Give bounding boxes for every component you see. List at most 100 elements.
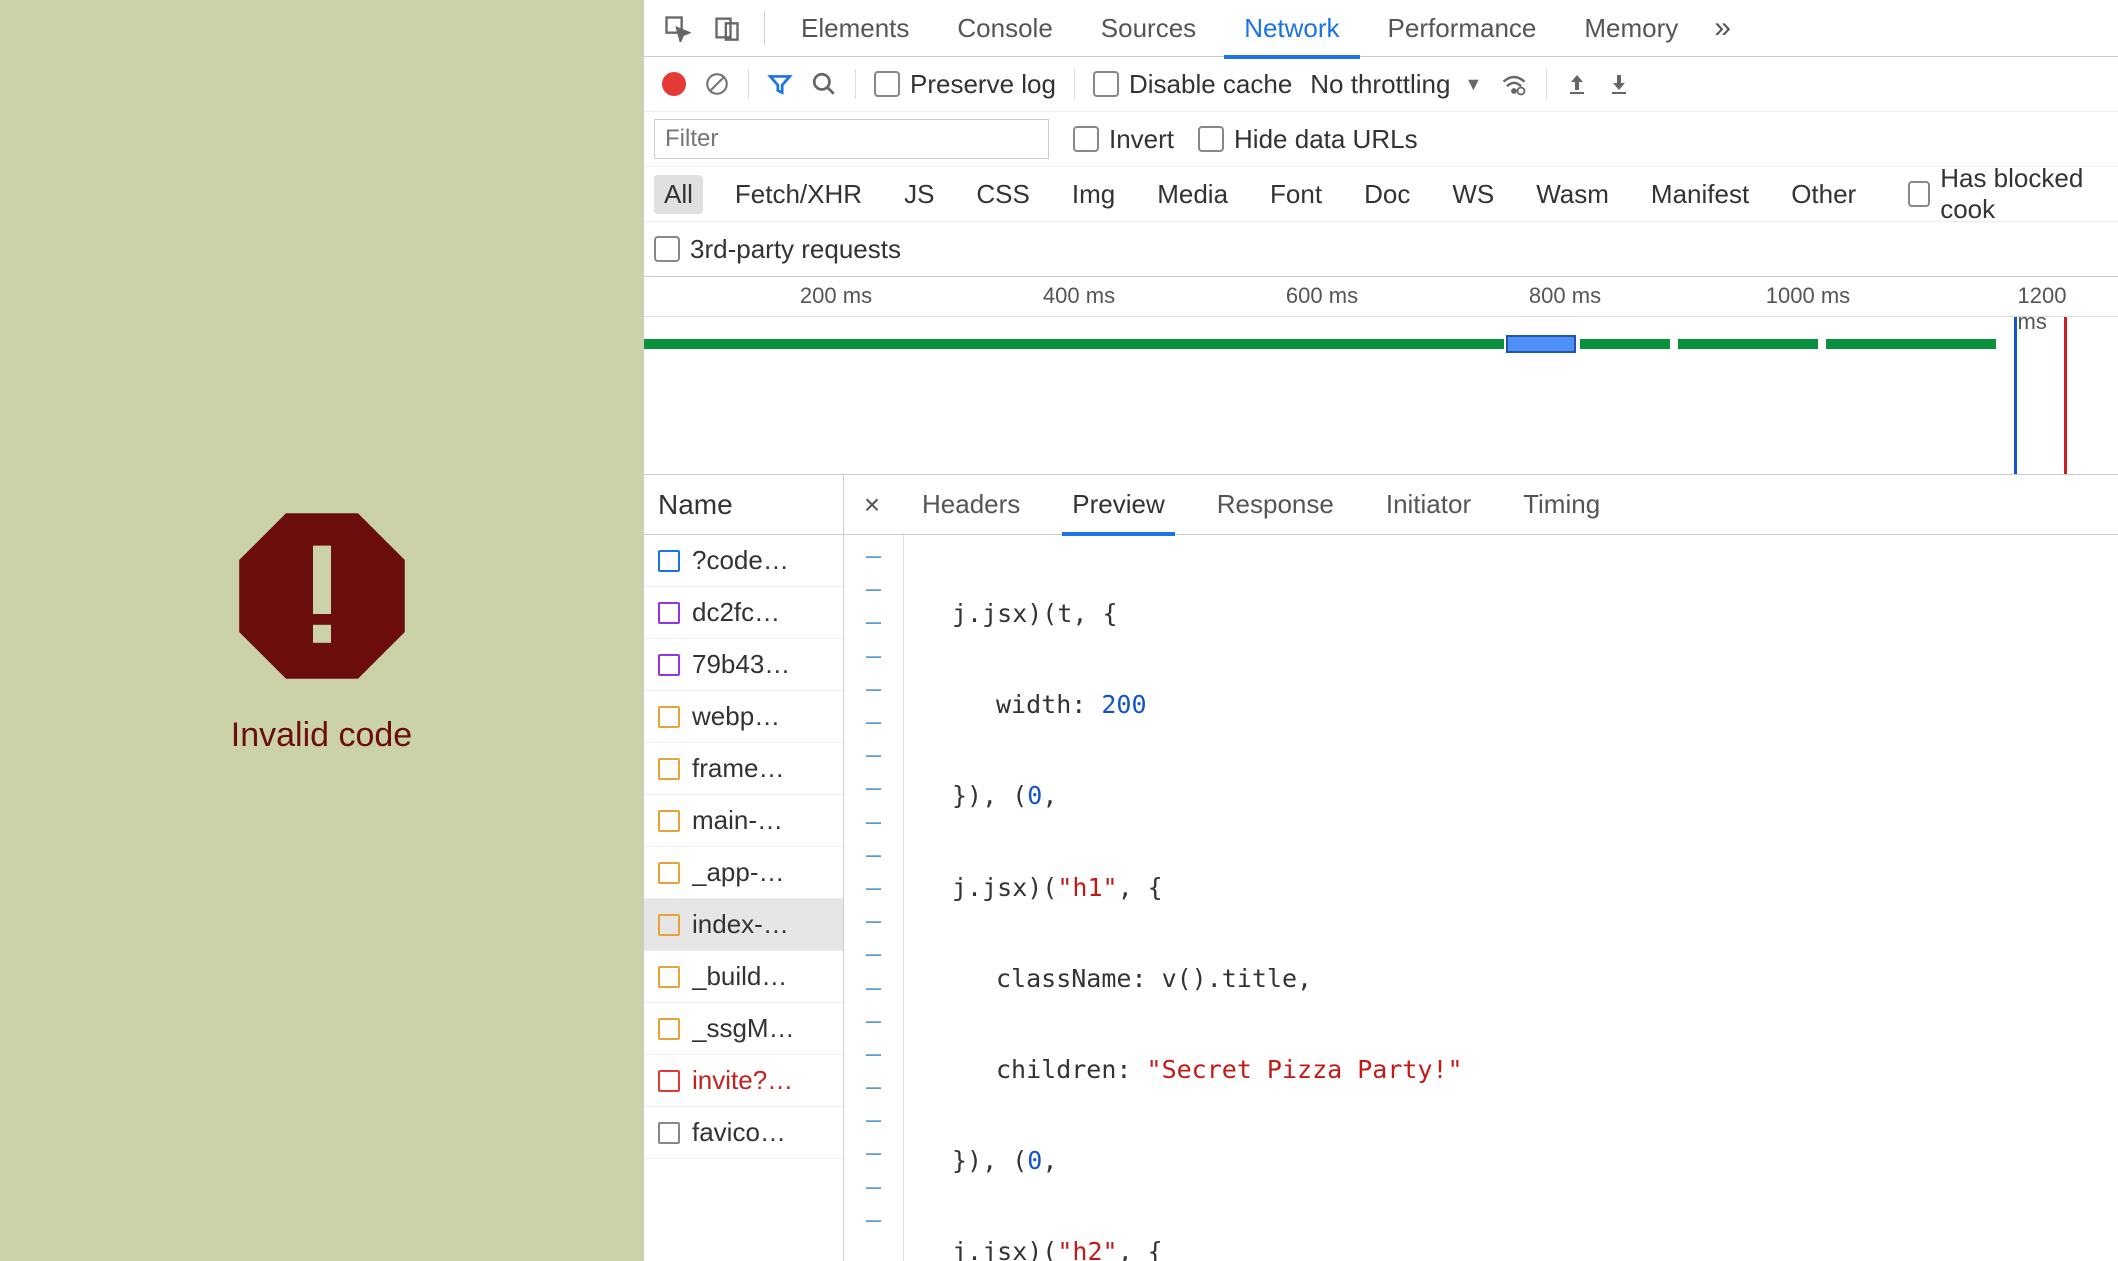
tab-memory[interactable]: Memory	[1564, 1, 1698, 56]
throttling-select[interactable]: No throttling ▼	[1310, 69, 1482, 100]
preserve-log-checkbox[interactable]: Preserve log	[874, 69, 1056, 100]
search-icon[interactable]	[811, 71, 837, 97]
error-octagon-icon	[232, 506, 412, 686]
code-line: j.jsx)("h1", {	[904, 871, 2118, 904]
request-row[interactable]: index-…	[644, 899, 843, 951]
network-conditions-icon[interactable]	[1500, 70, 1528, 98]
clear-icon[interactable]	[704, 71, 730, 97]
divider	[764, 11, 765, 45]
js-file-icon	[658, 862, 680, 884]
tabs-overflow-icon[interactable]: »	[1706, 11, 1739, 45]
tab-sources[interactable]: Sources	[1081, 1, 1216, 56]
upload-har-icon[interactable]	[1565, 72, 1589, 96]
doc-file-icon	[658, 550, 680, 572]
request-row[interactable]: invite?…	[644, 1055, 843, 1107]
timeline-bar	[1826, 339, 1996, 349]
type-doc[interactable]: Doc	[1354, 175, 1420, 214]
blocked-cookies-checkbox[interactable]: Has blocked cook	[1908, 163, 2108, 225]
hide-data-urls-checkbox[interactable]: Hide data URLs	[1198, 124, 1418, 155]
type-img[interactable]: Img	[1062, 175, 1125, 214]
request-row[interactable]: _ssgM…	[644, 1003, 843, 1055]
js-file-icon	[658, 810, 680, 832]
preview-code[interactable]: –––– –––– –––– –––– –––– – j.jsx)(t, { w…	[844, 535, 2118, 1261]
third-party-checkbox[interactable]: 3rd-party requests	[654, 234, 901, 265]
detail-tab-timing[interactable]: Timing	[1501, 477, 1622, 532]
request-row[interactable]: favico…	[644, 1107, 843, 1159]
tab-elements[interactable]: Elements	[781, 1, 929, 56]
caret-down-icon: ▼	[1464, 74, 1482, 95]
filter-icon[interactable]	[767, 71, 793, 97]
tick: 400 ms	[1043, 283, 1115, 309]
request-row[interactable]: dc2fc…	[644, 587, 843, 639]
inspect-element-icon[interactable]	[656, 7, 698, 49]
detail-tab-initiator[interactable]: Initiator	[1364, 477, 1493, 532]
tick: 600 ms	[1286, 283, 1358, 309]
rendered-page: Invalid code	[0, 0, 643, 1261]
fold-gutter: –––– –––– –––– –––– –––– –	[844, 535, 904, 1261]
request-row[interactable]: _build…	[644, 951, 843, 1003]
request-name: ?code…	[692, 545, 789, 576]
devtools-tabbar: Elements Console Sources Network Perform…	[644, 0, 2118, 57]
network-lower-pane: Name ?code… dc2fc… 79b43… webp… frame… main-……	[644, 475, 2118, 1261]
type-font[interactable]: Font	[1260, 175, 1332, 214]
disable-cache-checkbox[interactable]: Disable cache	[1093, 69, 1292, 100]
filter-row: Invert Hide data URLs	[644, 112, 2118, 167]
request-name: frame…	[692, 753, 784, 784]
type-ws[interactable]: WS	[1442, 175, 1504, 214]
request-list: Name ?code… dc2fc… 79b43… webp… frame… main-……	[644, 475, 844, 1261]
request-row[interactable]: 79b43…	[644, 639, 843, 691]
other-file-icon	[658, 1122, 680, 1144]
detail-tab-preview[interactable]: Preview	[1050, 477, 1186, 532]
type-wasm[interactable]: Wasm	[1526, 175, 1619, 214]
request-row[interactable]: _app-…	[644, 847, 843, 899]
type-fetch-xhr[interactable]: Fetch/XHR	[725, 175, 872, 214]
filter-types: All Fetch/XHR JS CSS Img Media Font Doc …	[644, 167, 2118, 222]
blocked-cookies-label: Has blocked cook	[1940, 163, 2108, 225]
divider	[748, 69, 749, 99]
request-name: dc2fc…	[692, 597, 780, 628]
request-name: main-…	[692, 805, 783, 836]
domcontentloaded-marker	[2014, 317, 2017, 475]
tab-network[interactable]: Network	[1224, 1, 1359, 56]
preserve-log-label: Preserve log	[910, 69, 1056, 100]
record-button[interactable]	[662, 72, 686, 96]
timeline-ruler: 200 ms 400 ms 600 ms 800 ms 1000 ms 1200…	[644, 277, 2118, 317]
third-party-label: 3rd-party requests	[690, 234, 901, 265]
request-detail: × Headers Preview Response Initiator Tim…	[844, 475, 2118, 1261]
device-toolbar-icon[interactable]	[706, 7, 748, 49]
detail-tab-headers[interactable]: Headers	[900, 477, 1042, 532]
type-manifest[interactable]: Manifest	[1641, 175, 1759, 214]
close-detail-icon[interactable]: ×	[852, 485, 892, 525]
filter-input[interactable]	[654, 119, 1049, 159]
request-row[interactable]: frame…	[644, 743, 843, 795]
divider	[1074, 69, 1075, 99]
timeline-body	[644, 317, 2118, 475]
type-css[interactable]: CSS	[966, 175, 1039, 214]
css-file-icon	[658, 654, 680, 676]
detail-tab-response[interactable]: Response	[1195, 477, 1356, 532]
third-party-row: 3rd-party requests	[644, 222, 2118, 277]
type-js[interactable]: JS	[894, 175, 944, 214]
type-media[interactable]: Media	[1147, 175, 1238, 214]
request-row[interactable]: ?code…	[644, 535, 843, 587]
timeline-bar	[1580, 339, 1670, 349]
request-name: invite?…	[692, 1065, 793, 1096]
js-file-icon	[658, 1018, 680, 1040]
name-column-header[interactable]: Name	[644, 475, 843, 535]
timeline-overview[interactable]: 200 ms 400 ms 600 ms 800 ms 1000 ms 1200…	[644, 277, 2118, 475]
fetch-file-icon	[658, 1070, 680, 1092]
request-name: webp…	[692, 701, 780, 732]
tick: 1000 ms	[1766, 283, 1850, 309]
tab-performance[interactable]: Performance	[1368, 1, 1557, 56]
invert-checkbox[interactable]: Invert	[1073, 124, 1174, 155]
tab-console[interactable]: Console	[937, 1, 1072, 56]
type-other[interactable]: Other	[1781, 175, 1866, 214]
request-row[interactable]: webp…	[644, 691, 843, 743]
request-row[interactable]: main-…	[644, 795, 843, 847]
tick: 200 ms	[800, 283, 872, 309]
type-all[interactable]: All	[654, 175, 703, 214]
throttling-value: No throttling	[1310, 69, 1450, 100]
request-name: _ssgM…	[692, 1013, 795, 1044]
divider	[1546, 69, 1547, 99]
download-har-icon[interactable]	[1607, 72, 1631, 96]
